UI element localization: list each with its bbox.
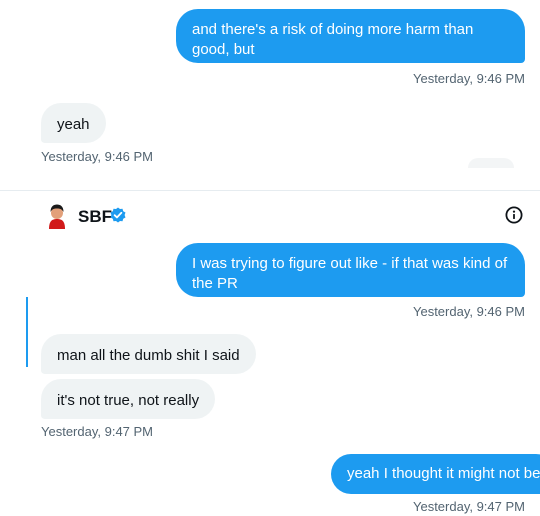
message-timestamp: Yesterday, 9:46 PM (41, 149, 154, 164)
message-timestamp: Yesterday, 9:46 PM (412, 304, 525, 319)
header-top-border (0, 190, 540, 191)
contact-name[interactable]: SBF (78, 207, 112, 227)
message-bubble-outgoing[interactable]: and there's a risk of doing more harm th… (176, 9, 525, 78)
section-gap (0, 168, 540, 188)
avatar-icon (49, 204, 65, 229)
scroll-to-bottom-button[interactable] (468, 158, 514, 168)
message-bubble-outgoing[interactable]: I was trying to figure out like - if tha… (176, 243, 525, 312)
message-bubble-outgoing[interactable]: yeah I thought it might not be (331, 454, 540, 494)
avatar[interactable] (46, 203, 68, 229)
selection-indicator (26, 297, 28, 367)
message-bubble-incoming[interactable]: yeah (41, 103, 106, 143)
info-circle-icon[interactable] (505, 206, 523, 224)
message-bubble-incoming[interactable]: it's not true, not really (41, 379, 216, 419)
message-timestamp: Yesterday, 9:47 PM (412, 499, 525, 514)
message-timestamp: Yesterday, 9:46 PM (412, 71, 525, 86)
verified-badge-icon (110, 207, 126, 223)
message-timestamp: Yesterday, 9:47 PM (41, 424, 154, 439)
message-bubble-incoming[interactable]: man all the dumb shit I said (41, 334, 256, 374)
